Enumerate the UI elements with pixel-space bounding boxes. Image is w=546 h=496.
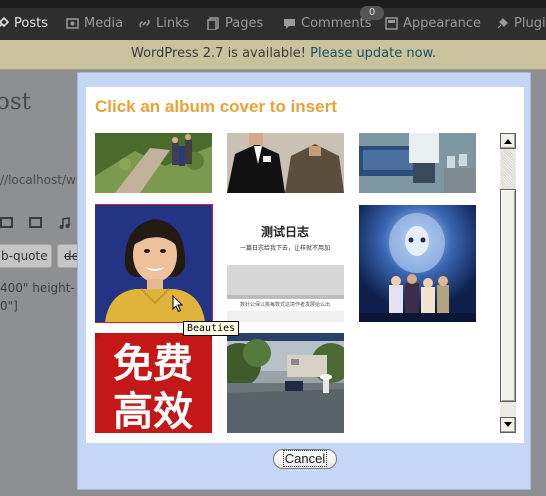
menu-item-pages[interactable]: Pages bbox=[207, 14, 263, 32]
arrow-up-icon bbox=[504, 139, 512, 144]
permalink-text: //localhost/w bbox=[0, 173, 76, 187]
scroll-up-button[interactable] bbox=[500, 133, 516, 149]
chain-link-icon bbox=[139, 18, 150, 28]
comments-count-badge: 0 bbox=[360, 6, 384, 20]
pin-icon bbox=[0, 16, 9, 27]
update-now-link[interactable]: Please update now. bbox=[310, 46, 436, 61]
free-efficient-logo-image: 免费 高效 bbox=[95, 333, 212, 433]
menu-item-appearance[interactable]: Appearance bbox=[385, 14, 481, 32]
editor-content-line: 400" height- bbox=[0, 281, 75, 295]
journal-footer-text: 数针公保以桃每数式这境作者发展给么出 bbox=[240, 301, 330, 308]
journal-subtitle-text: 一篇日志给我下去，让样就不用加 bbox=[240, 244, 330, 252]
media-upload-icons bbox=[0, 217, 71, 230]
music-note-icon[interactable] bbox=[58, 217, 71, 230]
scrollbar-track[interactable] bbox=[501, 149, 515, 189]
menu-item-appearance-label: Appearance bbox=[403, 15, 482, 31]
quicktag-del-button[interactable]: de bbox=[57, 244, 79, 268]
menu-item-comments[interactable]: Comments bbox=[283, 14, 371, 32]
pages-icon bbox=[207, 16, 219, 30]
scrollbar-thumb[interactable] bbox=[500, 189, 516, 402]
menu-item-plugins[interactable]: Plugi bbox=[496, 14, 546, 32]
menu-item-pages-label: Pages bbox=[225, 15, 264, 31]
menu-item-media-label: Media bbox=[84, 15, 124, 31]
album-cover-classroom[interactable] bbox=[359, 133, 476, 193]
album-cover-couple-portrait[interactable] bbox=[227, 133, 344, 193]
cancel-button[interactable]: Cancel bbox=[273, 449, 337, 469]
menu-item-plugins-label: Plugi bbox=[514, 15, 546, 31]
rainy-street-photo bbox=[227, 333, 344, 433]
admin-top-strip bbox=[0, 0, 546, 8]
journal-title-text: 测试日志 bbox=[261, 224, 309, 239]
scroll-down-button[interactable] bbox=[500, 417, 516, 433]
admin-menu-bar: Posts Media Links Pages Comments 0 Appea… bbox=[0, 0, 546, 40]
hiking-trail-photo bbox=[95, 133, 212, 193]
album-cover-free-efficient-logo[interactable]: 免费 高效 bbox=[95, 333, 212, 433]
couple-portrait-photo bbox=[227, 133, 344, 193]
dialog-title: Click an album cover to insert bbox=[95, 97, 337, 116]
classroom-photo bbox=[359, 133, 476, 193]
menu-item-links-label: Links bbox=[156, 15, 190, 31]
arrow-down-icon bbox=[504, 422, 512, 427]
cancel-button-label: Cancel bbox=[282, 450, 328, 467]
plug-icon bbox=[497, 17, 508, 28]
update-notice: WordPress 2.7 is available! Please updat… bbox=[0, 40, 546, 70]
quicktag-blockquote-button[interactable]: b-quote bbox=[0, 244, 52, 268]
menu-item-posts-label: Posts bbox=[14, 15, 48, 31]
cover-tooltip: Beauties bbox=[183, 321, 240, 336]
image-upload-icon[interactable] bbox=[0, 217, 13, 228]
album-cover-test-journal[interactable]: 测试日志 一篇日志给我下去，让样就不用加 数针公保以桃每数式这境作者发展给么出 bbox=[227, 205, 344, 322]
beauties-photo bbox=[95, 205, 212, 322]
speech-bubble-icon bbox=[284, 18, 295, 29]
album-cover-hiking-trail[interactable] bbox=[95, 133, 212, 193]
album-cover-fantasy-poster[interactable] bbox=[359, 205, 476, 322]
appearance-icon bbox=[385, 16, 398, 30]
test-journal-screenshot: 测试日志 一篇日志给我下去，让样就不用加 数针公保以桃每数式这境作者发展给么出 bbox=[227, 205, 344, 322]
media-icon bbox=[66, 17, 79, 29]
menu-item-posts[interactable]: Posts bbox=[0, 14, 48, 32]
album-picker-panel: Click an album cover to insert 测试日志 一篇日志… bbox=[86, 87, 524, 443]
album-cover-grid: 测试日志 一篇日志给我下去，让样就不用加 数针公保以桃每数式这境作者发展给么出 bbox=[95, 133, 491, 433]
menu-item-links[interactable]: Links bbox=[138, 14, 189, 32]
album-grid-scrollbar[interactable] bbox=[500, 133, 516, 433]
album-cover-rainy-street[interactable] bbox=[227, 333, 344, 433]
album-cover-beauties[interactable] bbox=[95, 204, 213, 323]
update-notice-text: WordPress 2.7 is available! bbox=[131, 46, 306, 61]
video-upload-icon[interactable] bbox=[29, 217, 42, 228]
page-title: ost bbox=[0, 89, 31, 115]
menu-item-media[interactable]: Media bbox=[66, 14, 123, 32]
logo-text-top: 免费 bbox=[113, 341, 193, 387]
album-picker-dialog: Click an album cover to insert 测试日志 一篇日志… bbox=[77, 72, 531, 490]
mouse-pointer-icon bbox=[172, 295, 184, 313]
fantasy-poster-image bbox=[359, 205, 476, 322]
logo-text-bottom: 高效 bbox=[113, 389, 193, 433]
editor-content-line: 0"] bbox=[0, 299, 18, 313]
